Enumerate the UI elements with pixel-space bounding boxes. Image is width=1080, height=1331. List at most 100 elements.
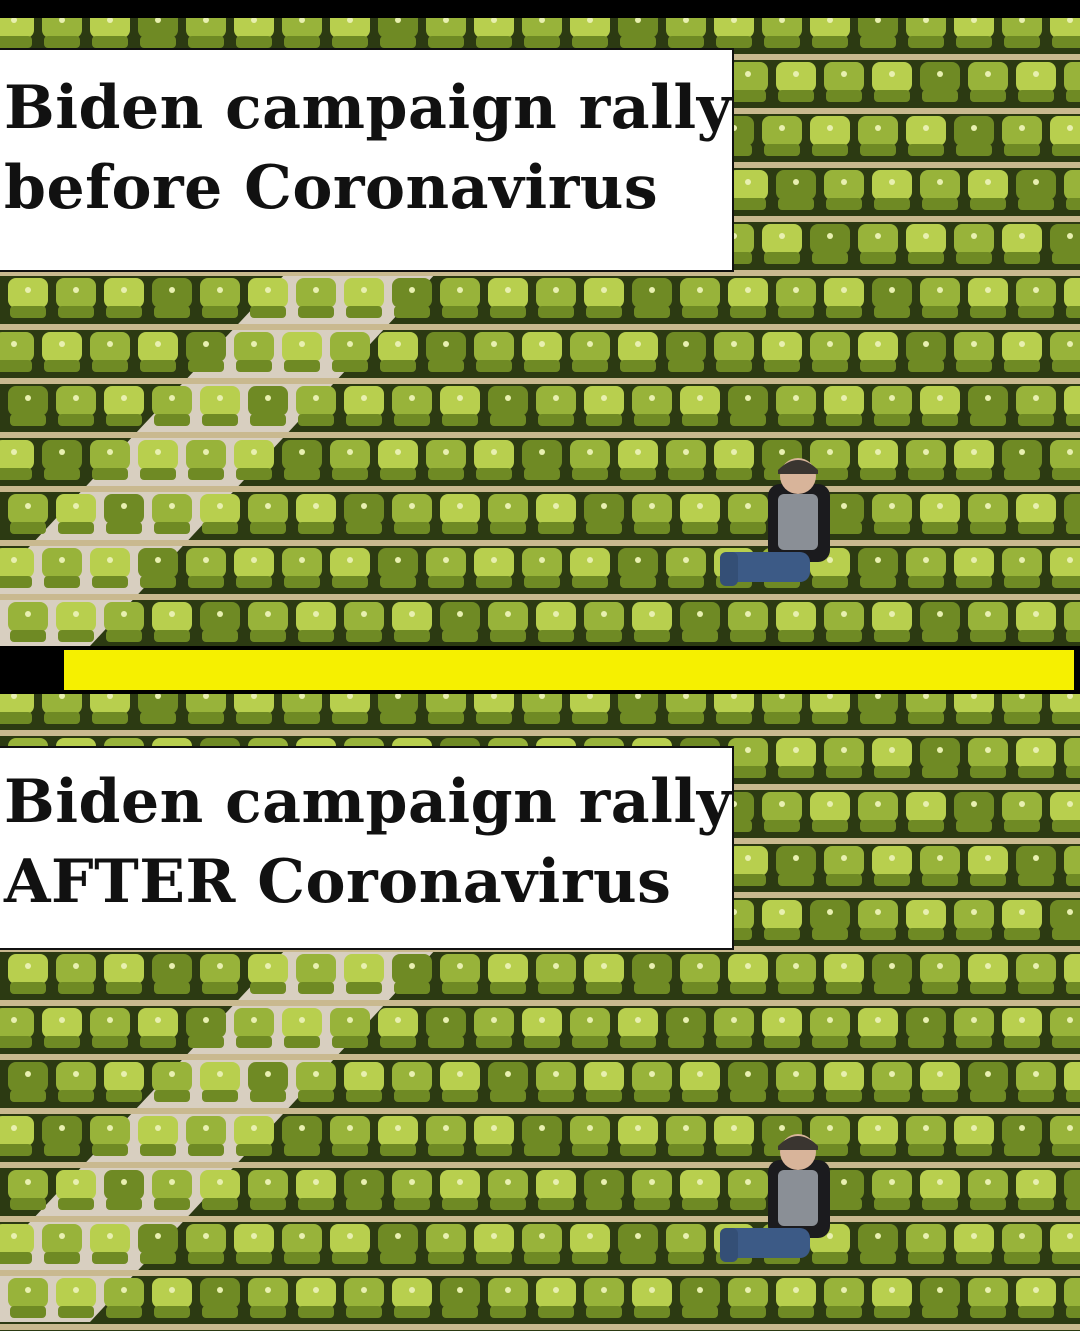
top-caption-box: Biden campaign rally before Coronavirus (0, 48, 734, 272)
seat (296, 602, 336, 642)
seat (920, 738, 960, 778)
seat (906, 1224, 946, 1264)
seat (296, 954, 336, 994)
seat (920, 386, 960, 426)
seat (42, 332, 82, 372)
seat (728, 170, 768, 210)
seat (858, 116, 898, 156)
seat (90, 332, 130, 372)
seat (90, 18, 130, 48)
seat (906, 1008, 946, 1048)
seat (776, 1278, 816, 1318)
seat (104, 1062, 144, 1102)
seat (104, 386, 144, 426)
seat (1050, 900, 1080, 940)
seat (1064, 494, 1080, 534)
seat (920, 1062, 960, 1102)
seat (56, 954, 96, 994)
seat (440, 278, 480, 318)
seat (474, 18, 514, 48)
seat (810, 792, 850, 832)
seat (8, 602, 48, 642)
seat (1064, 954, 1080, 994)
seat (632, 1278, 672, 1318)
seat (330, 440, 370, 480)
seat (42, 1116, 82, 1156)
seat (104, 278, 144, 318)
seat (810, 1008, 850, 1048)
seat (1050, 1116, 1080, 1156)
seat (42, 548, 82, 588)
seat (90, 1008, 130, 1048)
seat (728, 1062, 768, 1102)
seat (200, 602, 240, 642)
seat (186, 1008, 226, 1048)
seat (584, 386, 624, 426)
seat (858, 900, 898, 940)
seat (426, 1008, 466, 1048)
seat (296, 278, 336, 318)
seat (714, 440, 754, 480)
seat (42, 18, 82, 48)
seat (56, 386, 96, 426)
seat (1002, 1224, 1042, 1264)
seat (1002, 440, 1042, 480)
seat (282, 1116, 322, 1156)
seat (1016, 602, 1056, 642)
seat (728, 1278, 768, 1318)
seat (488, 386, 528, 426)
seat (488, 954, 528, 994)
seat (1016, 846, 1056, 886)
seat (330, 18, 370, 48)
seat (0, 694, 34, 724)
seat (330, 1224, 370, 1264)
seat (138, 440, 178, 480)
seat (474, 332, 514, 372)
seat (776, 1062, 816, 1102)
seat (776, 738, 816, 778)
seat (920, 602, 960, 642)
seat (776, 170, 816, 210)
seat (584, 278, 624, 318)
seat (344, 1170, 384, 1210)
seat (906, 440, 946, 480)
seat (440, 386, 480, 426)
seat (872, 602, 912, 642)
seat (1002, 792, 1042, 832)
seat (200, 386, 240, 426)
seat (872, 1170, 912, 1210)
seat (1016, 738, 1056, 778)
seat (42, 1224, 82, 1264)
seat (584, 1170, 624, 1210)
seat (714, 1008, 754, 1048)
seat (1002, 116, 1042, 156)
seat (8, 386, 48, 426)
seat (522, 1116, 562, 1156)
seat (1016, 62, 1056, 102)
seat (0, 1116, 34, 1156)
seat (858, 224, 898, 264)
seat (810, 18, 850, 48)
seat (1064, 1062, 1080, 1102)
seat (680, 1062, 720, 1102)
seat (728, 602, 768, 642)
seat (666, 694, 706, 724)
seat (392, 386, 432, 426)
seat (282, 694, 322, 724)
seat (296, 1062, 336, 1102)
seat (872, 494, 912, 534)
seat (426, 694, 466, 724)
seat (90, 548, 130, 588)
seat (522, 1008, 562, 1048)
seat (1002, 1116, 1042, 1156)
seat (426, 548, 466, 588)
seat (1016, 1170, 1056, 1210)
bottom-caption-line-2: AFTER Coronavirus (4, 847, 672, 917)
seat (296, 1170, 336, 1210)
seat (570, 440, 610, 480)
seat (234, 1008, 274, 1048)
seat (282, 1224, 322, 1264)
seat (810, 224, 850, 264)
seat (8, 1278, 48, 1318)
seat (762, 900, 802, 940)
